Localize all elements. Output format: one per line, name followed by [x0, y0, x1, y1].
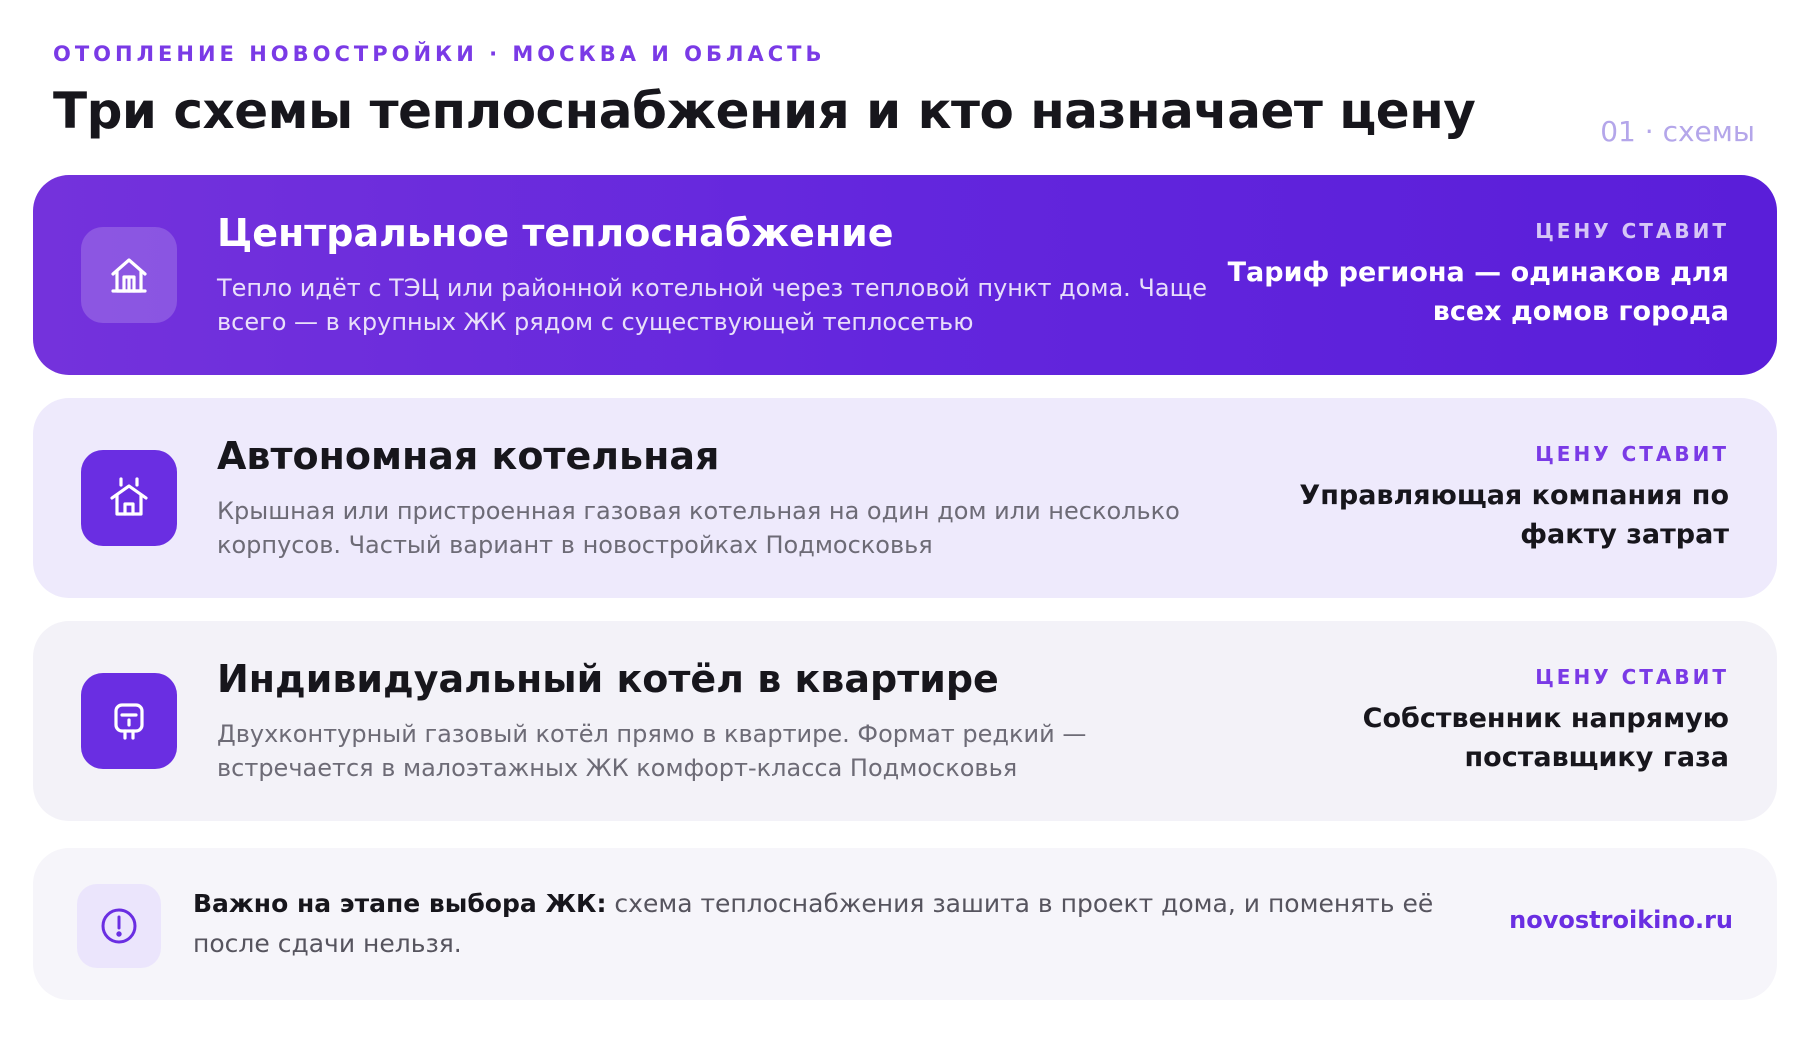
price-value: Управляющая компания по факту затрат [1299, 480, 1729, 550]
price-value: Тариф региона — одинаков для всех домов … [1227, 257, 1729, 327]
price-value: Собственник напрямую поставщику газа [1362, 703, 1729, 773]
page-label: 01 · схемы [1600, 115, 1755, 148]
card-description: Двухконтурный газовый котёл прямо в квар… [217, 720, 1087, 782]
boiler-house-icon [81, 450, 177, 546]
scheme-card-individual: Индивидуальный котёл в квартире Двухконт… [33, 621, 1777, 821]
note-bold: Важно на этапе выбора ЖК: [193, 889, 607, 918]
scheme-card-autonomous: Автономная котельная Крышная или пристро… [33, 398, 1777, 598]
building-icon [81, 227, 177, 323]
price-label: ЦЕНУ СТАВИТ [1535, 665, 1729, 689]
scheme-card-central: Центральное теплоснабжение Тепло идёт с … [33, 175, 1777, 375]
card-title: Автономная котельная [217, 434, 720, 478]
page-title: Три схемы теплоснабжения и кто назначает… [53, 82, 1476, 140]
card-title: Индивидуальный котёл в квартире [217, 657, 999, 701]
important-note: Важно на этапе выбора ЖК: схема теплосна… [33, 848, 1777, 1000]
price-label: ЦЕНУ СТАВИТ [1535, 442, 1729, 466]
card-description: Тепло идёт с ТЭЦ или районной котельной … [217, 274, 1207, 336]
kicker: ОТОПЛЕНИЕ НОВОСТРОЙКИ · МОСКВА И ОБЛАСТЬ [53, 42, 826, 66]
site-link[interactable]: novostroikino.ru [1509, 906, 1733, 934]
alert-icon [77, 884, 161, 968]
note-text: Важно на этапе выбора ЖК: схема теплосна… [193, 884, 1493, 964]
card-description: Крышная или пристроенная газовая котельн… [217, 497, 1180, 559]
card-title: Центральное теплоснабжение [217, 211, 894, 255]
gas-boiler-icon [81, 673, 177, 769]
price-label: ЦЕНУ СТАВИТ [1535, 219, 1729, 243]
